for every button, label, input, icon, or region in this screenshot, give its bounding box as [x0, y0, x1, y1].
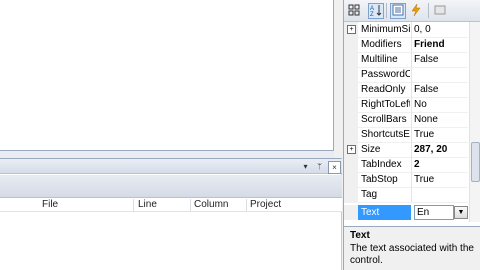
- toolbar-separator: [386, 3, 387, 18]
- property-row[interactable]: ScrollBars None: [344, 112, 468, 128]
- row-gutter: +: [344, 142, 358, 157]
- property-value[interactable]: True: [414, 127, 468, 142]
- pin-icon[interactable]: ᛘ: [314, 161, 325, 172]
- property-row[interactable]: TabStop True: [344, 172, 468, 188]
- property-name: ReadOnly: [361, 84, 406, 95]
- categorized-icon[interactable]: [346, 3, 362, 19]
- column-divider: [411, 22, 412, 37]
- property-row[interactable]: Modifiers Friend: [344, 37, 468, 53]
- close-icon[interactable]: ×: [328, 161, 341, 174]
- error-list-header: File Line Column Project: [0, 198, 342, 212]
- property-name: TabStop: [361, 174, 398, 185]
- column-header-file[interactable]: File: [42, 198, 58, 212]
- description-text: The text associated with the control.: [350, 243, 474, 266]
- property-grid-scrollbar[interactable]: [469, 22, 480, 222]
- expand-plus-icon[interactable]: +: [347, 145, 356, 154]
- property-value[interactable]: 2: [414, 157, 468, 172]
- properties-toolbar: AZ: [344, 0, 480, 22]
- property-name-text-selected[interactable]: Text: [358, 205, 411, 220]
- property-value[interactable]: [414, 67, 468, 82]
- property-name: ShortcutsEr: [361, 129, 410, 140]
- svg-text:Z: Z: [370, 12, 374, 16]
- property-row[interactable]: Multiline False: [344, 52, 468, 68]
- property-value[interactable]: False: [414, 52, 468, 67]
- column-divider[interactable]: [190, 199, 191, 211]
- error-list-toolbar: [0, 175, 342, 198]
- scrollbar-thumb[interactable]: [471, 142, 480, 182]
- row-gutter: [344, 172, 358, 187]
- column-divider: [411, 142, 412, 157]
- property-name: MinimumSi: [361, 24, 410, 35]
- row-gutter: +: [344, 22, 358, 37]
- toolbar-separator: [428, 3, 429, 18]
- property-name: Multiline: [361, 54, 398, 65]
- row-gutter: [344, 82, 358, 97]
- column-divider[interactable]: [246, 199, 247, 211]
- column-divider: [411, 172, 412, 187]
- property-row[interactable]: + Size 287, 20: [344, 142, 468, 158]
- column-header-line[interactable]: Line: [138, 198, 157, 212]
- column-divider: [411, 187, 412, 202]
- column-divider: [411, 157, 412, 172]
- chevron-down-icon[interactable]: ▾: [300, 161, 311, 172]
- row-gutter: [344, 112, 358, 127]
- property-row[interactable]: Tag: [344, 187, 468, 203]
- column-divider: [411, 127, 412, 142]
- property-grid: + MinimumSi 0, 0 Modifiers Friend Multiline Fa…: [344, 22, 480, 222]
- property-value[interactable]: True: [414, 172, 468, 187]
- property-value[interactable]: Friend: [414, 37, 468, 52]
- row-gutter: [344, 37, 358, 52]
- property-name: Tag: [361, 189, 378, 200]
- property-row[interactable]: ReadOnly False: [344, 82, 468, 98]
- row-gutter: [344, 67, 358, 82]
- property-value[interactable]: No: [414, 97, 468, 112]
- column-divider[interactable]: [133, 199, 134, 211]
- column-divider: [411, 37, 412, 52]
- property-value-text-input[interactable]: En: [414, 205, 454, 220]
- property-name: TabIndex: [361, 159, 402, 170]
- row-gutter: [344, 157, 358, 172]
- property-pages-icon[interactable]: [432, 3, 448, 19]
- events-icon[interactable]: [408, 3, 424, 19]
- column-divider: [411, 97, 412, 112]
- property-row[interactable]: RightToLeft No: [344, 97, 468, 113]
- property-row[interactable]: ShortcutsEr True: [344, 127, 468, 143]
- description-title: Text: [350, 230, 370, 241]
- property-row[interactable]: TabIndex 2: [344, 157, 468, 173]
- column-divider: [411, 52, 412, 67]
- property-name: Modifiers: [361, 39, 402, 50]
- property-name: RightToLeft: [361, 99, 410, 110]
- row-gutter: [344, 205, 358, 220]
- property-value[interactable]: 0, 0: [414, 22, 468, 37]
- column-header-project[interactable]: Project: [250, 198, 281, 212]
- property-name: Size: [361, 144, 381, 155]
- description-pane: Text The text associated with the contro…: [344, 226, 480, 270]
- property-value[interactable]: [414, 187, 468, 202]
- alphabetical-icon[interactable]: AZ: [368, 3, 384, 19]
- property-value[interactable]: 287, 20: [414, 142, 468, 157]
- row-gutter: [344, 127, 358, 142]
- properties-window: AZ + MinimumSi 0, 0 Modifiers Friend Multilin…: [343, 0, 480, 270]
- column-divider: [411, 67, 412, 82]
- column-header-column[interactable]: Column: [194, 198, 228, 212]
- property-name: PasswordC: [361, 69, 410, 80]
- property-name: ScrollBars: [361, 114, 407, 125]
- column-divider: [411, 112, 412, 127]
- property-value[interactable]: None: [414, 112, 468, 127]
- row-gutter: [344, 187, 358, 202]
- designer-background: [0, 151, 334, 158]
- dropdown-button[interactable]: ▼: [454, 206, 468, 219]
- panel-title-bar: ▾ ᛘ ×: [0, 159, 342, 174]
- property-row[interactable]: PasswordC: [344, 67, 468, 83]
- property-row[interactable]: + MinimumSi 0, 0: [344, 22, 468, 38]
- property-value[interactable]: False: [414, 82, 468, 97]
- row-gutter: [344, 52, 358, 67]
- property-name: Text: [361, 207, 380, 218]
- row-gutter: [344, 97, 358, 112]
- error-list-panel: ▾ ᛘ × File Line Column Project: [0, 158, 342, 270]
- designer-surface[interactable]: [0, 0, 334, 151]
- expand-plus-icon[interactable]: +: [347, 25, 356, 34]
- column-divider: [411, 82, 412, 97]
- properties-icon[interactable]: [390, 3, 406, 19]
